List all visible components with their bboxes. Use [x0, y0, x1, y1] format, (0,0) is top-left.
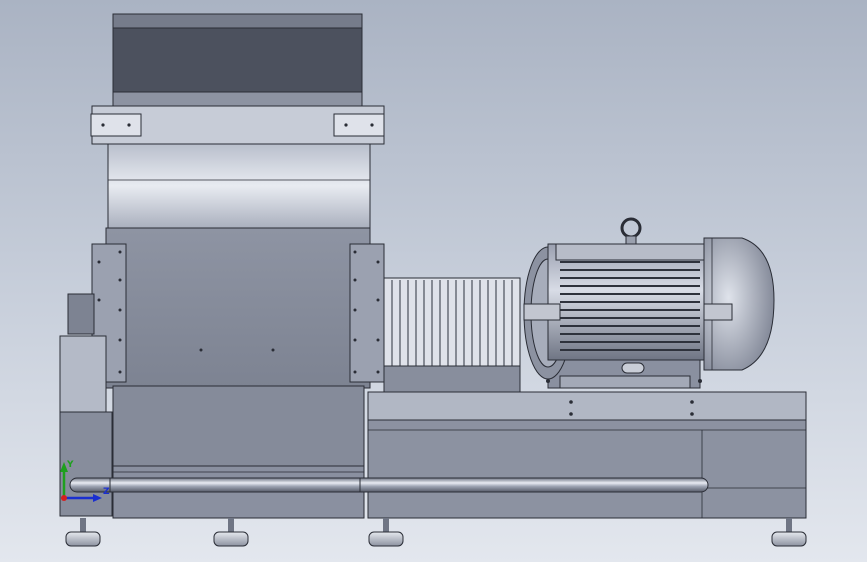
- crusher-body: [105, 227, 371, 519]
- cad-viewport[interactable]: Y Z: [0, 0, 867, 562]
- machine-drawing: Y Z: [59, 13, 807, 547]
- base-frame: [367, 391, 807, 519]
- x-axis-arrow: [61, 495, 67, 501]
- foot: [771, 518, 807, 547]
- coupling-guard: [383, 277, 521, 393]
- triad-z-label: Z: [103, 487, 110, 497]
- hopper: [90, 13, 385, 229]
- motor: [523, 217, 775, 389]
- pipe: [69, 477, 709, 493]
- triad-y-label: Y: [66, 460, 74, 470]
- foot: [65, 518, 101, 547]
- foot: [213, 518, 249, 547]
- foot: [368, 518, 404, 547]
- feet: [65, 518, 807, 547]
